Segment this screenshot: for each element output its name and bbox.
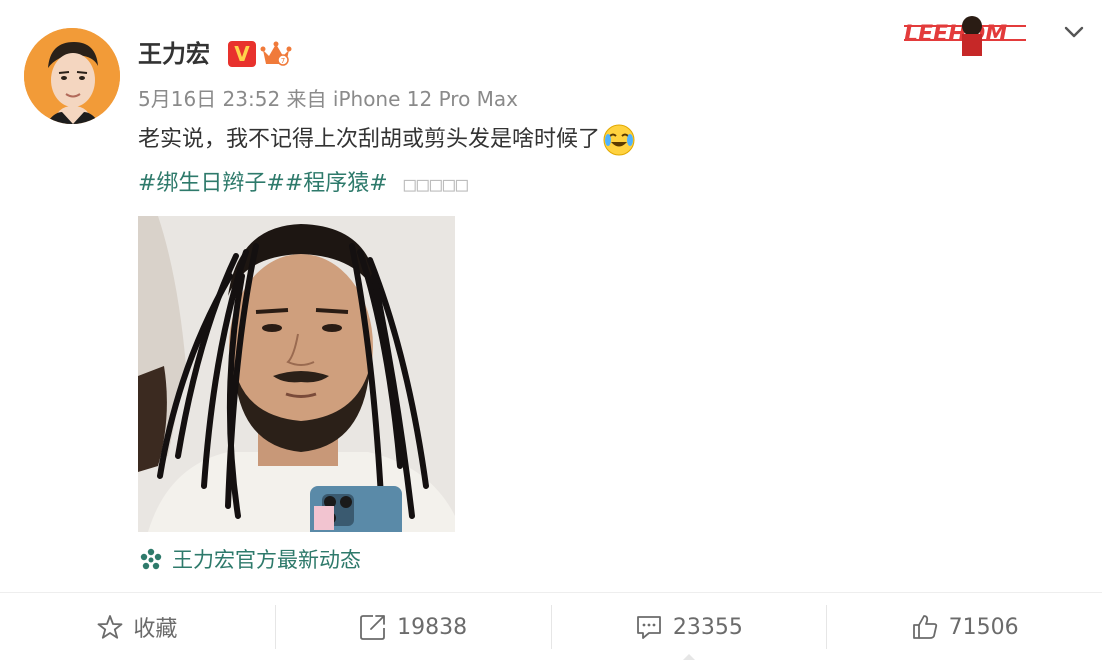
sparkle-icon xyxy=(140,548,162,570)
post-actions-bar: 收藏 19838 23355 71506 xyxy=(0,592,1102,660)
active-caret xyxy=(680,654,697,660)
username[interactable]: 王力宏 xyxy=(138,36,210,72)
post-time[interactable]: 23:52 xyxy=(223,87,281,111)
vip-crown-icon[interactable]: 7 xyxy=(260,40,292,68)
hashtag-link[interactable]: #程序猿# xyxy=(285,166,388,202)
hashtag-link[interactable]: #绑生日辫子# xyxy=(138,166,285,202)
user-badges: V 7 xyxy=(228,40,292,68)
comment-count: 23355 xyxy=(672,614,743,640)
official-updates-label[interactable]: 王力宏官方最新动态 xyxy=(172,544,361,576)
repost-count: 19838 xyxy=(397,614,468,640)
post-header-actions: LEEHOM xyxy=(900,4,1088,60)
star-icon xyxy=(97,615,123,639)
favorite-label: 收藏 xyxy=(133,617,178,642)
fan-badge-banner[interactable]: LEEHOM xyxy=(900,4,1030,60)
post-photo[interactable] xyxy=(138,216,455,532)
post-tags: #绑生日辫子# #程序猿# □□□□□ xyxy=(138,166,469,202)
comment-button[interactable]: 23355 xyxy=(552,593,827,660)
post-date[interactable]: 5月16日 xyxy=(138,87,216,111)
unrendered-glyphs: □□□□□ xyxy=(403,172,469,196)
weibo-post-card: 王力宏 V 7 5月16日 23:52 来自 iPhone 12 Pro Max… xyxy=(0,0,1102,660)
favorite-button[interactable]: 收藏 xyxy=(0,593,275,660)
chevron-down-icon[interactable] xyxy=(1060,18,1088,46)
share-icon xyxy=(360,615,386,640)
avatar[interactable] xyxy=(24,28,120,124)
thumbs-up-icon xyxy=(912,615,937,639)
banner-text: LEEHOM xyxy=(904,22,1007,47)
like-button[interactable]: 71506 xyxy=(827,593,1102,660)
post-source-prefix: 来自 xyxy=(286,87,327,111)
verified-v-icon[interactable]: V xyxy=(228,41,256,67)
post-body: 老实说，我不记得上次刮胡或剪头发是啥时候了 xyxy=(138,122,636,158)
svg-text:7: 7 xyxy=(281,57,285,65)
repost-button[interactable]: 19838 xyxy=(276,593,551,660)
official-updates-link[interactable]: 王力宏官方最新动态 xyxy=(138,544,361,576)
comment-icon xyxy=(636,616,661,639)
post-meta: 5月16日 23:52 来自 iPhone 12 Pro Max xyxy=(138,84,518,114)
post-device: iPhone 12 Pro Max xyxy=(332,87,519,111)
crying-laughing-emoji-icon xyxy=(603,124,635,156)
like-count: 71506 xyxy=(948,614,1019,640)
post-text: 老实说，我不记得上次刮胡或剪头发是啥时候了 xyxy=(138,127,601,152)
